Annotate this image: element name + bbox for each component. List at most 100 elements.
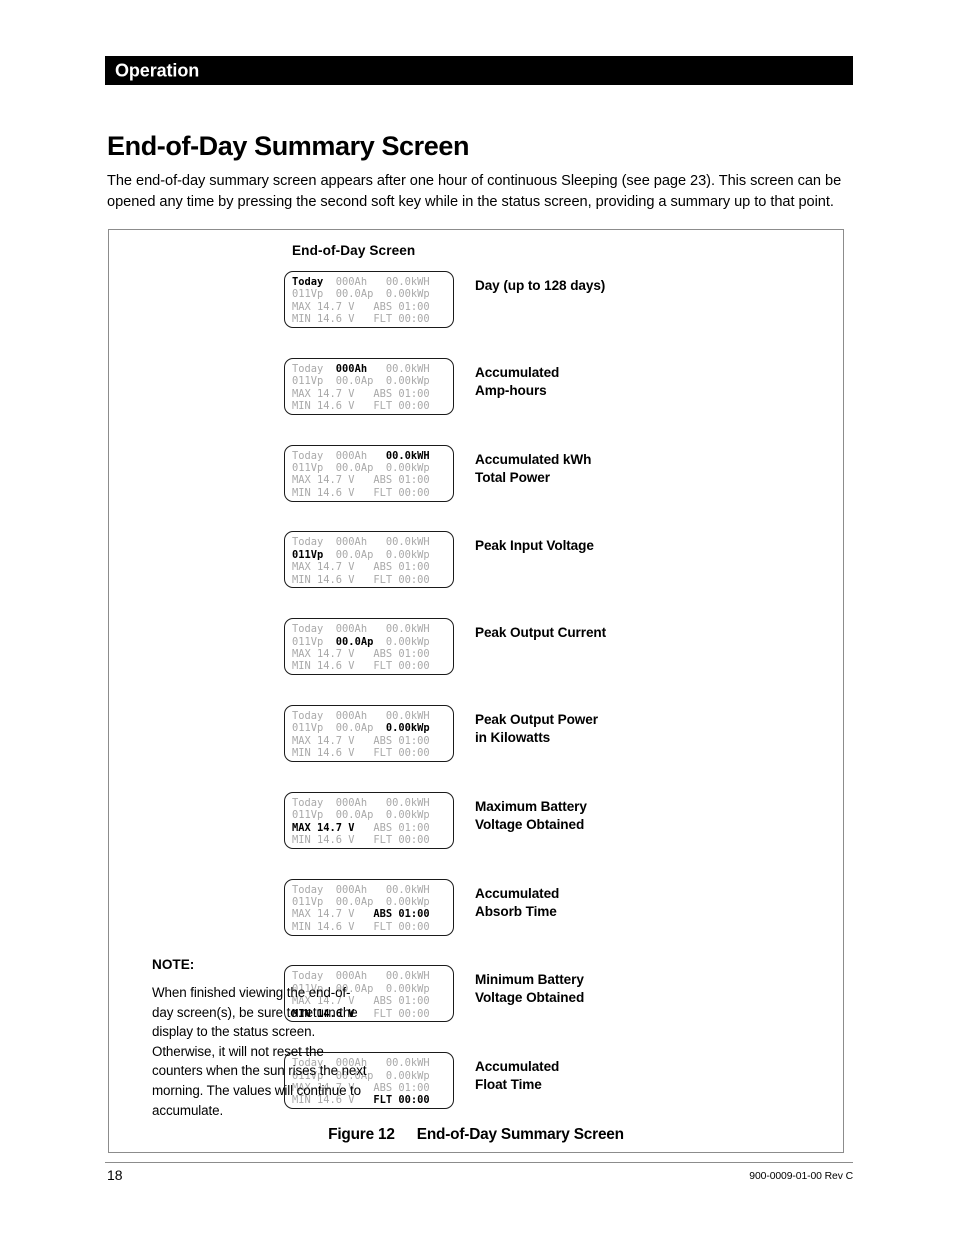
lcd-dim-text: 011Vp 00.0Ap 0.00kWp <box>292 809 430 822</box>
lcd-dim-text: ABS 01:00 <box>354 821 430 834</box>
lcd-line-4: MIN 14.6 V FLT 00:00 <box>285 313 453 325</box>
lcd-dim-text: Today 000Ah <box>292 449 386 462</box>
panel-label-accumulated-kwh-total-power: Accumulated kWh Total Power <box>475 451 740 487</box>
panel-label-line1: Accumulated <box>475 885 560 901</box>
note-body: When finished viewing the end-of-day scr… <box>152 985 367 1118</box>
lcd-screen-accumulated-amp-hours: Today 000Ah 00.0kWH 011Vp 00.0Ap 0.00kWp M… <box>284 357 454 415</box>
lcd-dim-text: Today 000Ah 00.0kWH <box>292 623 430 636</box>
lcd-dim-text: 011Vp 00.0Ap <box>292 722 386 735</box>
lcd-dim-text: 011Vp 00.0Ap 0.00kWp <box>292 462 430 474</box>
figure-caption-number: Figure 12 <box>328 1126 395 1143</box>
lcd-screen-accumulated-absorb-time: Today 000Ah 00.0kWH 011Vp 00.0Ap 0.00kWp M… <box>284 878 454 936</box>
panel-row-accumulated-amp-hours: Today 000Ah 00.0kWH 011Vp 00.0Ap 0.00kWp M… <box>284 357 744 416</box>
lcd-line-1: Today 000Ah 00.0kWH <box>285 450 453 462</box>
panel-label-maximum-battery-voltage: Maximum Battery Voltage Obtained <box>475 798 740 834</box>
lcd-dim-text: MAX 14.7 V ABS 01:00 <box>292 474 430 487</box>
lcd-dim-text: MIN 14.6 V FLT 00:00 <box>292 834 430 847</box>
lcd-dim-text: MIN 14.6 V FLT 00:00 <box>292 747 430 760</box>
panel-row-peak-input-voltage: Today 000Ah 00.0kWH 011Vp 00.0Ap 0.00kWp M… <box>284 531 744 589</box>
lcd-line-1: Today 000Ah 00.0kWH <box>285 623 453 635</box>
lcd-line-1: Today 000Ah 00.0kWH <box>285 710 453 722</box>
lcd-line-1: Today 000Ah 00.0kWH <box>285 797 453 809</box>
lcd-dim-text: MIN 14.6 V FLT 00:00 <box>292 573 430 586</box>
panel-row-day-counter: Today 000Ah 00.0kWH 011Vp 00.0Ap 0.00kWp M… <box>284 271 744 329</box>
lcd-line-4: MIN 14.6 V FLT 00:00 <box>285 400 453 412</box>
lcd-dim-text: MAX 14.7 V ABS 01:00 <box>292 387 430 400</box>
lcd-dim-text: 011Vp <box>292 635 336 648</box>
lcd-dim-text: MAX 14.7 V ABS 01:00 <box>292 734 430 747</box>
lcd-line-1: Today 000Ah 00.0kWH <box>285 276 453 288</box>
panel-label-line2: Absorb Time <box>475 903 557 919</box>
lcd-line-3: MAX 14.7 V ABS 01:00 <box>285 301 453 313</box>
panel-label-peak-output-current: Peak Output Current <box>475 624 740 642</box>
panel-label-peak-output-power-kilowatts: Peak Output Power in Kilowatts <box>475 711 740 747</box>
panel-label-line1: Maximum Battery <box>475 798 587 814</box>
lcd-screen-peak-output-power-kilowatts: Today 000Ah 00.0kWH 011Vp 00.0Ap 0.00kWp M… <box>284 705 454 762</box>
lcd-highlighted-value: 00.0kWH <box>385 449 430 462</box>
lcd-line-2: 011Vp 00.0Ap 0.00kWp <box>285 722 453 734</box>
lcd-line-2: 011Vp 00.0Ap 0.00kWp <box>285 896 453 908</box>
page-title: End-of-Day Summary Screen <box>107 131 470 162</box>
panel-label-peak-input-voltage: Peak Input Voltage <box>475 537 740 555</box>
footer-document-number: 900-0009-01-00 Rev C <box>749 1171 853 1182</box>
panel-label-line2: Total Power <box>475 469 550 485</box>
panel-label-line1: Accumulated <box>475 364 560 380</box>
lcd-line-4: MIN 14.6 V FLT 00:00 <box>285 747 453 759</box>
lcd-highlighted-value: ABS 01:00 <box>373 908 430 921</box>
footer-rule <box>105 1162 853 1163</box>
figure-caption-text: End-of-Day Summary Screen <box>416 1126 624 1143</box>
lcd-dim-text: MAX 14.7 V <box>292 908 374 921</box>
lcd-highlighted-value: 00.0Ap <box>335 635 374 648</box>
panel-label-accumulated-amp-hours: Accumulated Amp-hours <box>475 364 740 400</box>
lcd-screen-day-counter: Today 000Ah 00.0kWH 011Vp 00.0Ap 0.00kWp M… <box>284 271 454 328</box>
lcd-dim-text: MAX 14.7 V ABS 01:00 <box>292 300 430 313</box>
lcd-highlighted-value: MAX 14.7 V <box>292 821 355 834</box>
lcd-screen-maximum-battery-voltage: Today 000Ah 00.0kWH 011Vp 00.0Ap 0.00kWp M… <box>284 791 454 849</box>
lcd-dim-text: MAX 14.7 V ABS 01:00 <box>292 561 430 574</box>
panel-label-line1: Accumulated <box>475 1059 560 1075</box>
lcd-dim-text: 011Vp 00.0Ap 0.00kWp <box>292 375 430 388</box>
panel-label-line1: Peak Input Voltage <box>475 538 594 554</box>
lcd-dim-text: MIN 14.6 V FLT 00:00 <box>292 400 430 413</box>
lcd-line-2: 011Vp 00.0Ap 0.00kWp <box>285 288 453 300</box>
section-header-title: Operation <box>115 60 200 80</box>
section-header-band: Operation <box>105 56 853 85</box>
panel-label-line1: Minimum Battery <box>475 972 584 988</box>
lcd-line-3: MAX 14.7 V ABS 01:00 <box>285 474 453 486</box>
panel-label-line2: Amp-hours <box>475 382 547 398</box>
lcd-dim-text: 0.00kWp <box>373 635 430 648</box>
lcd-dim-text: 000Ah 00.0kWH <box>323 276 430 288</box>
lcd-dim-text: 011Vp 00.0Ap 0.00kWp <box>292 288 430 301</box>
intro-paragraph: The end-of-day summary screen appears af… <box>107 172 842 211</box>
lcd-dim-text: Today 000Ah 00.0kWH <box>292 710 430 722</box>
lcd-line-2: 011Vp 00.0Ap 0.00kWp <box>285 549 453 561</box>
panel-row-accumulated-absorb-time: Today 000Ah 00.0kWH 011Vp 00.0Ap 0.00kWp M… <box>284 878 744 937</box>
lcd-dim-text: 011Vp 00.0Ap 0.00kWp <box>292 896 430 908</box>
lcd-screen-peak-input-voltage: Today 000Ah 00.0kWH 011Vp 00.0Ap 0.00kWp M… <box>284 531 454 589</box>
panel-label-line1: Peak Output Power <box>475 712 598 727</box>
lcd-highlighted-value: 011Vp <box>292 548 324 561</box>
lcd-line-3: MAX 14.7 V ABS 01:00 <box>285 735 453 747</box>
panel-label-line2: Float Time <box>475 1077 542 1093</box>
lcd-dim-text: Today 000Ah 00.0kWH <box>292 536 430 549</box>
lcd-line-2: 011Vp 00.0Ap 0.00kWp <box>285 375 453 387</box>
panel-label-line2: Voltage Obtained <box>475 816 585 832</box>
panel-label-line2: Voltage Obtained <box>475 990 585 1006</box>
note-block: NOTE: When finished viewing the end-of-d… <box>152 957 367 1120</box>
lcd-line-1: Today 000Ah 00.0kWH <box>285 363 453 375</box>
panel-label-day-counter: Day (up to 128 days) <box>475 277 740 295</box>
lcd-dim-text: Today 000Ah 00.0kWH <box>292 883 430 896</box>
lcd-line-4: MIN 14.6 V FLT 00:00 <box>285 574 453 586</box>
panel-row-peak-output-current: Today 000Ah 00.0kWH 011Vp 00.0Ap 0.00kWp M… <box>284 618 744 676</box>
panel-label-accumulated-absorb-time: Accumulated Absorb Time <box>475 885 740 921</box>
figure-screen-group-title: End-of-Day Screen <box>292 243 416 258</box>
lcd-line-2: 011Vp 00.0Ap 0.00kWp <box>285 809 453 821</box>
lcd-line-2: 011Vp 00.0Ap 0.00kWp <box>285 462 453 474</box>
lcd-dim-text: MIN 14.6 V FLT 00:00 <box>292 920 430 933</box>
lcd-highlighted-value: FLT 00:00 <box>373 1094 430 1107</box>
lcd-line-4: MIN 14.6 V FLT 00:00 <box>285 834 453 846</box>
panel-label-accumulated-float-time: Accumulated Float Time <box>475 1058 740 1094</box>
lcd-line-3: MAX 14.7 V ABS 01:00 <box>285 648 453 660</box>
lcd-line-3: MAX 14.7 V ABS 01:00 <box>285 822 453 834</box>
figure-caption: Figure 12 End-of-Day Summary Screen <box>108 1126 844 1144</box>
